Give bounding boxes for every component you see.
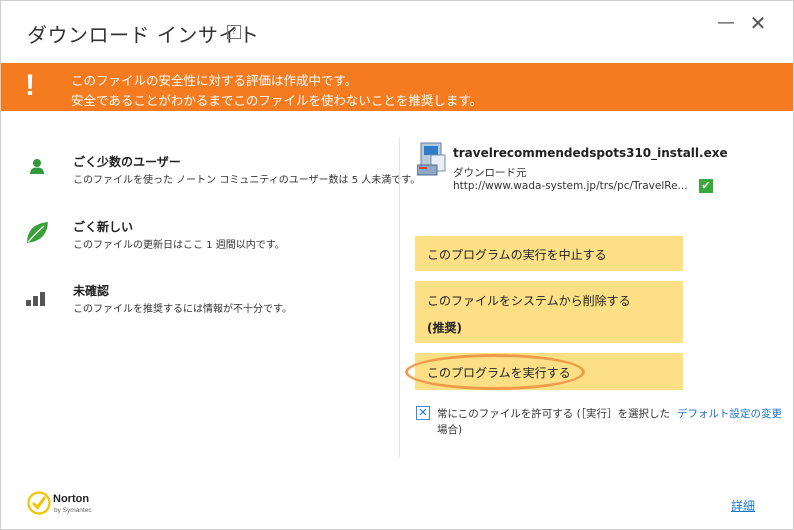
exclamation-icon: ! — [25, 69, 35, 102]
file-name: travelrecommendedspots310_install.exe — [453, 146, 728, 160]
user-icon — [23, 153, 51, 181]
info-description: このファイルを推奨するには情報が不十分です。 — [73, 304, 292, 315]
always-allow-checkbox[interactable]: ✕ — [416, 406, 430, 420]
installer-icon — [416, 141, 449, 177]
close-button[interactable]: ✕ — [747, 13, 769, 33]
info-description: このファイルの更新日はここ 1 週間以内です。 — [73, 240, 285, 251]
download-source-url: http://www.wada-system.jp/trs/pc/TravelR… — [453, 180, 688, 192]
column-divider — [399, 137, 400, 457]
always-allow-label: 常にこのファイルを許可する (［実行］を選択した — [437, 408, 670, 420]
verified-check-icon: ✔ — [699, 179, 713, 193]
always-allow-label-cont: 場合) — [437, 424, 463, 436]
warning-line-1: このファイルの安全性に対する評価は作成中です。 — [71, 73, 358, 88]
stop-program-label: このプログラムの実行を中止する — [427, 248, 607, 262]
minimize-button[interactable]: — — [715, 13, 737, 33]
norton-brand: Norton — [53, 493, 90, 505]
change-default-settings-link[interactable]: デフォルト設定の変更 — [677, 406, 782, 421]
download-source-label: ダウンロード元 — [453, 167, 527, 179]
warning-line-2: 安全であることがわかるまでこのファイルを使わないことを推奨します。 — [71, 93, 483, 108]
info-heading: 未確認 — [73, 284, 110, 298]
leaf-icon — [23, 218, 51, 246]
remove-file-button[interactable]: このファイルをシステムから削除する (推奨) — [415, 281, 683, 343]
highlight-ring — [405, 354, 585, 390]
norton-logo: Norton by Symantec — [27, 491, 107, 521]
norton-check-icon — [27, 491, 51, 515]
help-icon[interactable]: ? — [227, 25, 241, 39]
window-title: ダウンロード インサイト — [27, 23, 260, 47]
warning-banner: ! このファイルの安全性に対する評価は作成中です。 安全であることがわかるまでこ… — [1, 63, 793, 111]
stop-program-button[interactable]: このプログラムの実行を中止する — [415, 236, 683, 271]
info-description: このファイルを使った ノートン コミュニティのユーザー数は 5 人未満です。 — [73, 175, 421, 186]
norton-brand-sub: by Symantec — [54, 507, 92, 514]
info-heading: ごく新しい — [73, 220, 134, 234]
signal-bars-icon — [23, 282, 51, 310]
remove-file-label: このファイルをシステムから削除する — [427, 294, 631, 308]
details-link[interactable]: 詳細 — [731, 497, 755, 514]
recommended-label: (推奨) — [427, 321, 462, 335]
info-heading: ごく少数のユーザー — [73, 155, 181, 169]
download-insight-window: ダウンロード インサイト ? — ✕ ! このファイルの安全性に対する評価は作成… — [0, 0, 794, 530]
